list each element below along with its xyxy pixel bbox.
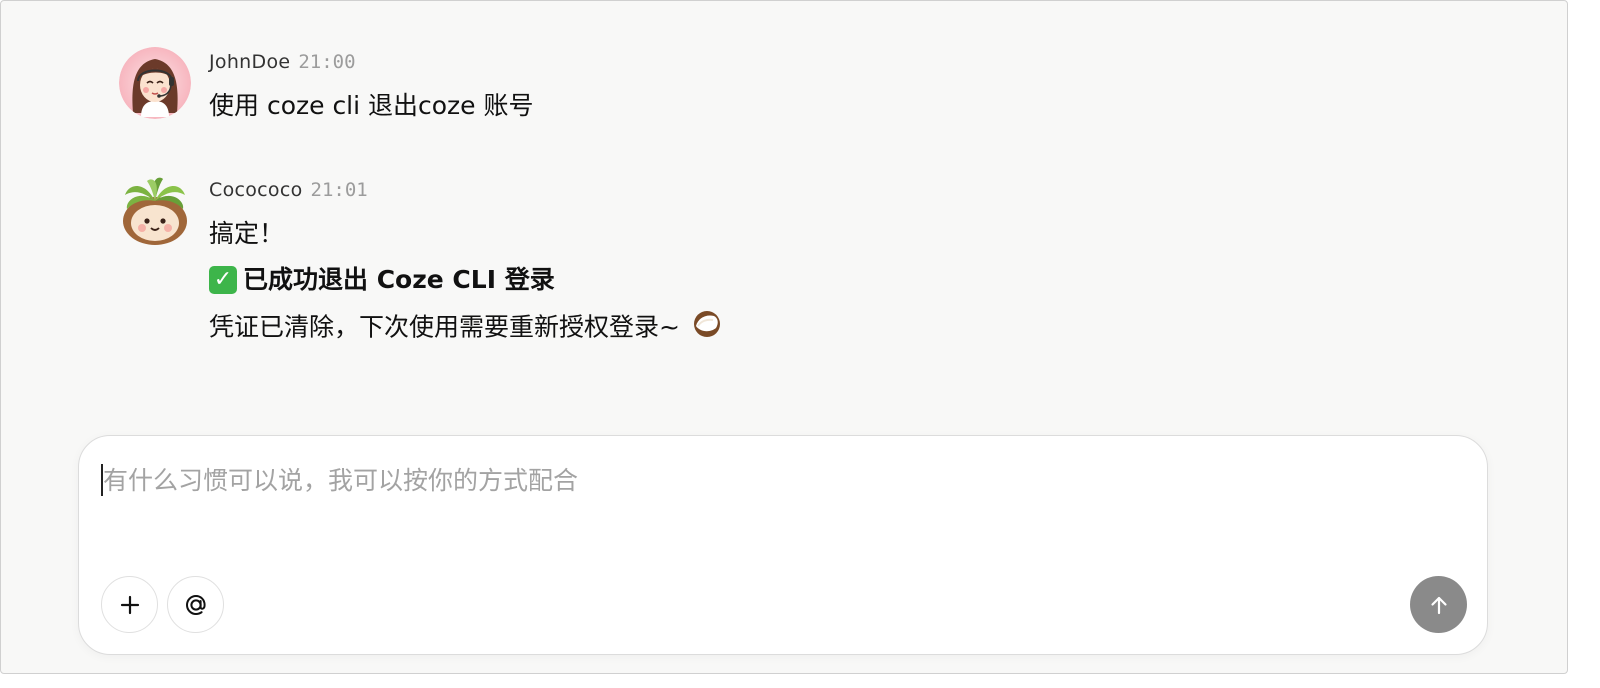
message-author: JohnDoe xyxy=(209,51,291,73)
plus-icon xyxy=(120,595,139,614)
coconut-emoji-icon xyxy=(692,309,722,348)
logout-success-text: 已成功退出 Coze CLI 登录 xyxy=(243,265,555,294)
message-text: 凭证已清除，下次使用需要重新授权登录~ xyxy=(209,309,1409,348)
coconut-with-leaves-avatar-icon xyxy=(123,177,187,245)
at-sign-icon xyxy=(185,594,206,615)
message-text: 搞定！ xyxy=(209,219,285,248)
credentials-cleared-text: 凭证已清除，下次使用需要重新授权登录~ xyxy=(209,312,680,342)
message-text: 使用 coze cli 退出coze 账号 xyxy=(209,91,534,120)
user-avatar[interactable] xyxy=(119,47,191,119)
message-author: Cocococo xyxy=(209,179,303,201)
message-time: 21:01 xyxy=(310,179,368,201)
arrow-up-icon xyxy=(1430,596,1447,614)
add-attachment-button[interactable] xyxy=(101,576,158,633)
message-input[interactable] xyxy=(103,460,1463,500)
message-time: 21:00 xyxy=(298,51,356,73)
woman-with-headset-avatar-icon xyxy=(119,47,191,119)
send-button[interactable] xyxy=(1410,576,1467,633)
message-composer xyxy=(78,435,1488,655)
chat-window: JohnDoe 21:00 使用 coze cli 退出coze 账号 Coco… xyxy=(0,0,1568,674)
mention-button[interactable] xyxy=(167,576,224,633)
check-mark-emoji-icon: ✓ xyxy=(209,266,237,294)
logout-success-heading: ✓ 已成功退出 Coze CLI 登录 xyxy=(209,263,1409,297)
bot-avatar[interactable] xyxy=(119,175,191,247)
